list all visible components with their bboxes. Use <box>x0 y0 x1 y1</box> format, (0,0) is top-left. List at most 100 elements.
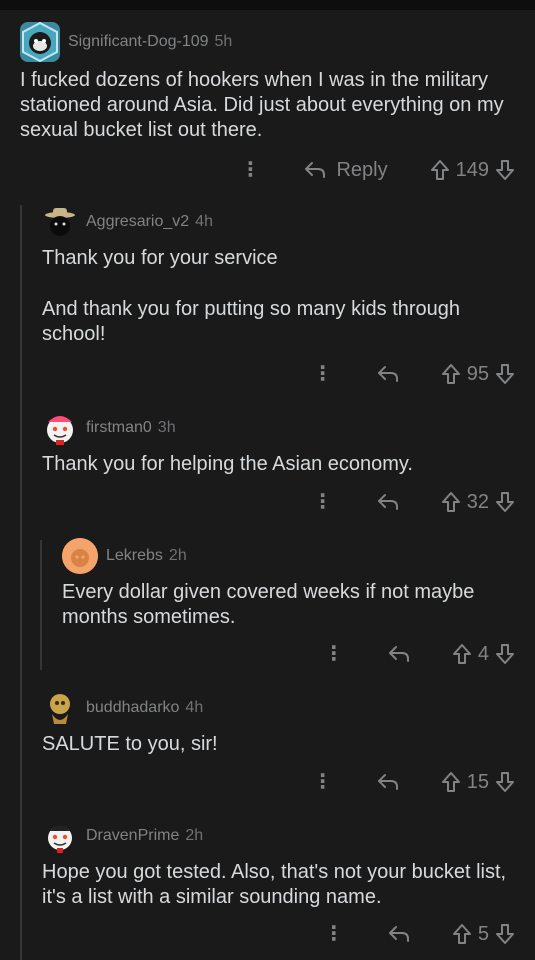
upvote-button[interactable] <box>441 363 461 385</box>
painting-avatar-icon[interactable] <box>42 690 78 726</box>
comment-actions: ⋮ 32 <box>313 486 515 518</box>
reply-button[interactable] <box>388 925 410 943</box>
comment-firstman0: firstman0 3h Thank you for helping the A… <box>42 408 515 526</box>
comment-text: Thank you for helping the Asian economy. <box>42 453 413 475</box>
comment-header: DravenPrime 2h <box>42 816 515 856</box>
upvote-button[interactable] <box>452 643 472 665</box>
more-options-icon[interactable]: ⋮ <box>324 924 344 944</box>
comment-dravenprime: DravenPrime 2h Hope you got tested. Also… <box>42 816 515 956</box>
comment-text: Thank you for your service <box>42 247 278 269</box>
comment-body: SALUTE to you, sir! <box>42 732 515 757</box>
comment-text: Hope you got tested. Also, that's not yo… <box>42 861 507 908</box>
downvote-button[interactable] <box>495 491 515 513</box>
comment-actions: ⋮ 5 <box>324 918 515 950</box>
comment-buddhadarko: buddhadarko 4h SALUTE to you, sir! ⋮ 15 <box>42 688 515 804</box>
username[interactable]: buddhadarko <box>86 699 179 717</box>
username[interactable]: Significant-Dog-109 <box>68 33 209 51</box>
upvote-button[interactable] <box>441 491 461 513</box>
reply-button[interactable] <box>377 773 399 791</box>
upvote-icon <box>441 492 460 512</box>
timestamp: 2h <box>185 827 204 844</box>
comment-significant-dog-109: Significant-Dog-109 5h I fucked dozens o… <box>20 22 515 192</box>
downvote-button[interactable] <box>495 771 515 793</box>
snoo-avatar-icon[interactable] <box>42 818 78 854</box>
username[interactable]: firstman0 <box>86 419 152 437</box>
comment-text: And thank you for putting so many kids t… <box>42 298 461 345</box>
vote-score: 5 <box>477 922 489 945</box>
more-options-icon[interactable]: ⋮ <box>240 160 260 180</box>
username[interactable]: Aggresario_v2 <box>86 213 189 231</box>
reply-arrow-icon <box>377 366 398 382</box>
comment-header: Significant-Dog-109 5h <box>20 22 515 62</box>
vote-score: 15 <box>466 770 489 793</box>
more-options-icon[interactable]: ⋮ <box>313 364 333 384</box>
comment-body: Hope you got tested. Also, that's not yo… <box>42 860 515 910</box>
upvote-icon <box>441 364 460 384</box>
username[interactable]: Lekrebs <box>106 547 163 565</box>
comment-body: I fucked dozens of hookers when I was in… <box>20 68 515 143</box>
reply-arrow-icon <box>305 162 326 178</box>
default-avatar-icon[interactable] <box>62 538 98 574</box>
vote-score: 32 <box>466 490 489 513</box>
reply-button[interactable] <box>377 493 399 511</box>
comment-actions: ⋮ 15 <box>313 766 515 798</box>
downvote-icon <box>496 364 514 384</box>
thread-line[interactable] <box>20 205 22 960</box>
dog-avatar-icon[interactable] <box>20 22 60 62</box>
downvote-icon <box>496 924 514 944</box>
timestamp: 4h <box>195 213 213 230</box>
comment-actions: ⋮ 4 <box>324 638 515 670</box>
timestamp: 2h <box>168 547 187 564</box>
vote-score: 4 <box>477 642 489 665</box>
more-options-icon[interactable]: ⋮ <box>324 644 344 664</box>
thread-line[interactable] <box>40 540 42 670</box>
reply-arrow-icon <box>377 494 398 510</box>
downvote-button[interactable] <box>495 643 515 665</box>
comment-header: Aggresario_v2 4h <box>42 202 515 242</box>
downvote-button[interactable] <box>495 923 515 945</box>
vote-score: 95 <box>466 362 489 385</box>
reply-button[interactable] <box>388 645 410 663</box>
comment-text: Every dollar given covered weeks if not … <box>62 581 475 628</box>
timestamp: 4h <box>185 699 204 716</box>
vote-score: 149 <box>455 158 489 181</box>
reply-label: Reply <box>336 158 388 181</box>
comment-header: buddhadarko 4h <box>42 688 515 728</box>
downvote-icon <box>496 492 514 512</box>
comment-header: Lekrebs 2h <box>62 536 515 576</box>
downvote-icon <box>496 160 514 180</box>
comment-body: Every dollar given covered weeks if not … <box>62 580 515 630</box>
downvote-button[interactable] <box>495 363 515 385</box>
upvote-icon <box>452 924 471 944</box>
snoo-avatar-icon[interactable] <box>42 410 78 446</box>
upvote-button[interactable] <box>452 923 472 945</box>
upvote-icon <box>452 644 471 664</box>
reply-arrow-icon <box>377 774 398 790</box>
comment-text: I fucked dozens of hookers when I was in… <box>20 69 504 141</box>
username[interactable]: DravenPrime <box>86 827 179 845</box>
reply-arrow-icon <box>388 646 409 662</box>
downvote-icon <box>496 644 514 664</box>
reply-arrow-icon <box>388 926 409 942</box>
comment-header: firstman0 3h <box>42 408 515 448</box>
upvote-icon <box>441 772 460 792</box>
comment-lekrebs: Lekrebs 2h Every dollar given covered we… <box>62 536 515 676</box>
timestamp: 3h <box>157 419 176 436</box>
reply-button[interactable] <box>377 365 399 383</box>
comment-text: SALUTE to you, sir! <box>42 733 218 755</box>
upvote-button[interactable] <box>441 771 461 793</box>
comment-actions: ⋮ Reply 149 <box>240 154 515 186</box>
comment-body: Thank you for helping the Asian economy. <box>42 452 515 477</box>
comment-body: Thank you for your service And thank you… <box>42 246 515 347</box>
top-bar <box>0 0 535 10</box>
timestamp: 5h <box>214 33 233 50</box>
comment-actions: ⋮ 95 <box>313 358 515 390</box>
more-options-icon[interactable]: ⋮ <box>313 772 333 792</box>
cowboy-avatar-icon[interactable] <box>42 204 78 240</box>
reply-button[interactable]: Reply <box>304 158 388 182</box>
upvote-icon <box>430 160 449 180</box>
more-options-icon[interactable]: ⋮ <box>313 492 333 512</box>
upvote-button[interactable] <box>430 159 450 181</box>
downvote-icon <box>496 772 514 792</box>
downvote-button[interactable] <box>495 159 515 181</box>
